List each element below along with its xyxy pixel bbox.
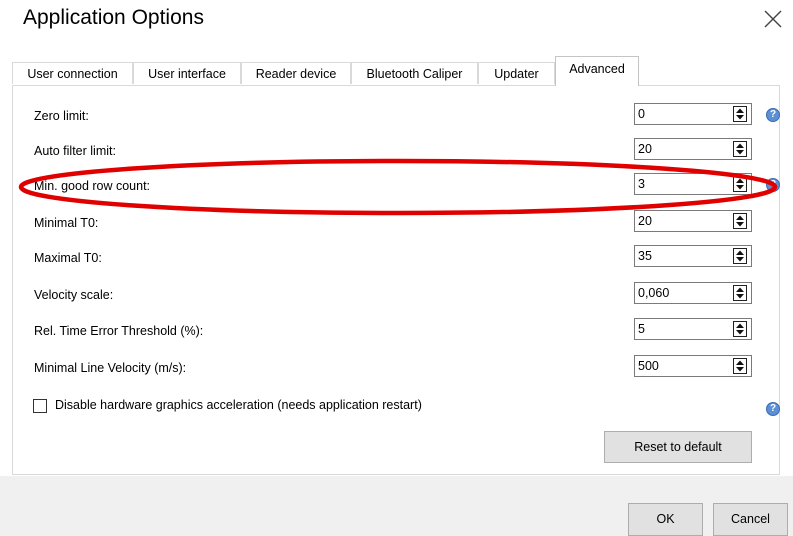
field-spinbox[interactable]: 0 (634, 103, 752, 125)
field-value[interactable]: 35 (638, 249, 652, 263)
tab-bluetooth-caliper[interactable]: Bluetooth Caliper (351, 62, 478, 84)
tab-user-connection[interactable]: User connection (12, 62, 133, 84)
tab-bar: User connection User interface Reader de… (12, 56, 780, 86)
field-label: Rel. Time Error Threshold (%): (34, 324, 204, 338)
help-icon[interactable]: ? (766, 178, 780, 192)
field-spinbox[interactable]: 500 (634, 355, 752, 377)
tab-reader-device[interactable]: Reader device (241, 62, 351, 84)
spin-arrows-icon[interactable] (733, 248, 747, 264)
field-label: Minimal Line Velocity (m/s): (34, 361, 187, 375)
field-spinbox[interactable]: 20 (634, 210, 752, 232)
field-value[interactable]: 5 (638, 322, 645, 336)
disable-hw-accel-label: Disable hardware graphics acceleration (… (55, 398, 422, 412)
disable-hw-accel-checkbox[interactable] (33, 399, 47, 413)
field-value[interactable]: 20 (638, 214, 652, 228)
field-value[interactable]: 0,060 (638, 286, 669, 300)
field-spinbox[interactable]: 5 (634, 318, 752, 340)
field-spinbox[interactable]: 35 (634, 245, 752, 267)
dialog-title: Application Options (23, 6, 204, 29)
field-label: Auto filter limit: (34, 144, 116, 158)
field-spinbox[interactable]: 3 (634, 173, 752, 195)
spin-arrows-icon[interactable] (733, 358, 747, 374)
help-icon[interactable]: ? (766, 108, 780, 122)
cancel-button[interactable]: Cancel (713, 503, 788, 536)
ok-button[interactable]: OK (628, 503, 703, 536)
field-value[interactable]: 20 (638, 142, 652, 156)
field-value[interactable]: 3 (638, 177, 645, 191)
spin-arrows-icon[interactable] (733, 321, 747, 337)
field-spinbox[interactable]: 20 (634, 138, 752, 160)
field-label: Minimal T0: (34, 216, 99, 230)
spin-arrows-icon[interactable] (733, 176, 747, 192)
reset-to-default-button[interactable]: Reset to default (604, 431, 752, 463)
tab-user-interface[interactable]: User interface (133, 62, 241, 84)
dialog-footer: OK Cancel (0, 476, 793, 536)
help-icon[interactable]: ? (766, 402, 780, 416)
spin-arrows-icon[interactable] (733, 141, 747, 157)
tab-advanced[interactable]: Advanced (555, 56, 639, 86)
field-label: Velocity scale: (34, 288, 114, 302)
field-value[interactable]: 500 (638, 359, 659, 373)
tab-updater[interactable]: Updater (478, 62, 555, 84)
spin-arrows-icon[interactable] (733, 285, 747, 301)
close-icon[interactable] (760, 6, 786, 32)
spin-arrows-icon[interactable] (733, 213, 747, 229)
field-value[interactable]: 0 (638, 107, 645, 121)
field-spinbox[interactable]: 0,060 (634, 282, 752, 304)
spin-arrows-icon[interactable] (733, 106, 747, 122)
field-label: Zero limit: (34, 109, 89, 123)
field-label: Min. good row count: (34, 179, 151, 193)
field-label: Maximal T0: (34, 251, 102, 265)
